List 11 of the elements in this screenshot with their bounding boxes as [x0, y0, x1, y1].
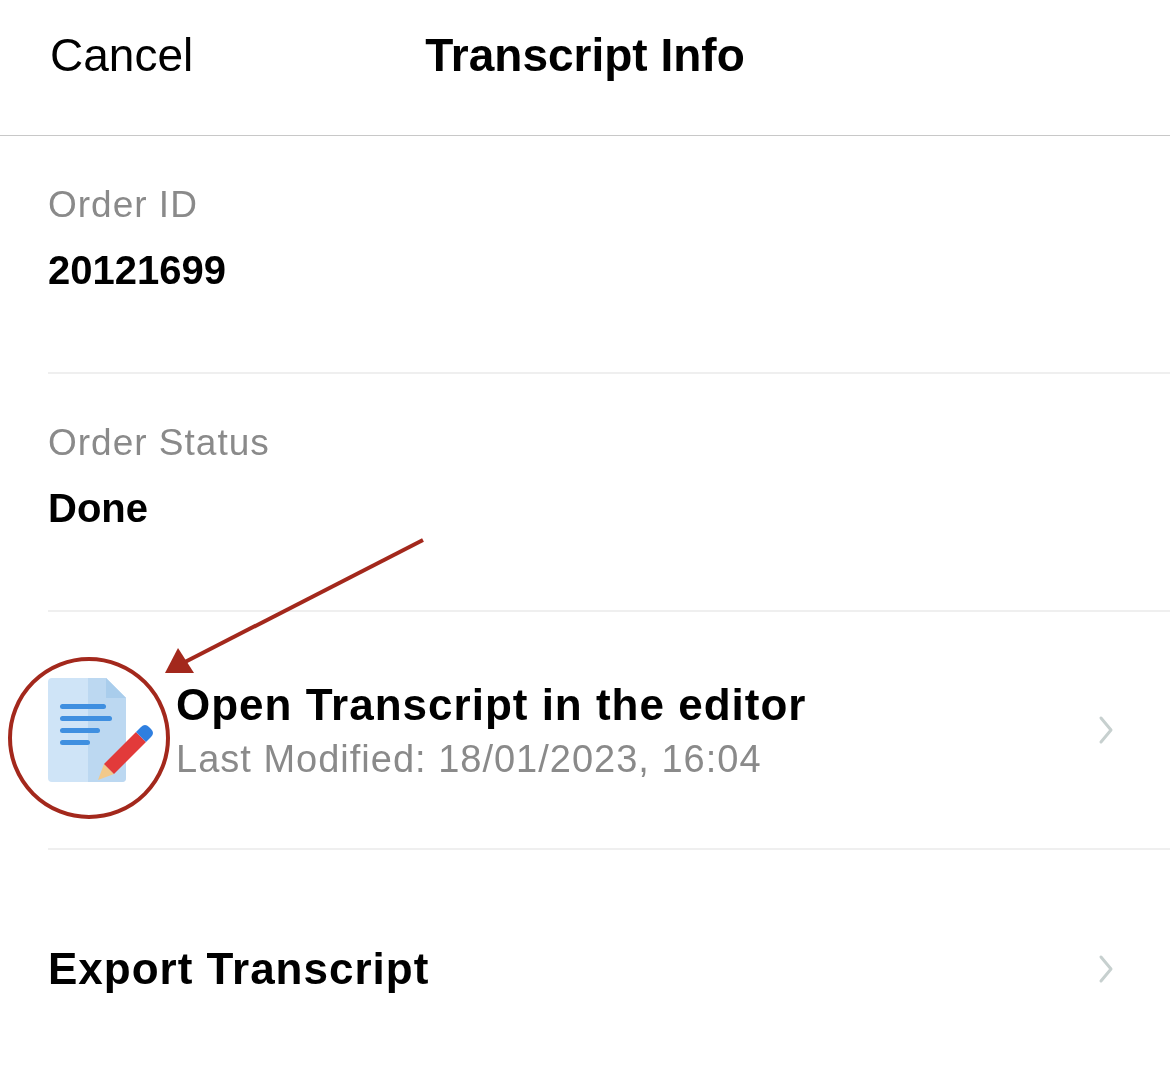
cancel-button[interactable]: Cancel — [50, 28, 194, 82]
field-value: 20121699 — [48, 248, 227, 293]
row-title[interactable]: Open Transcript in the editor — [176, 679, 1098, 730]
chevron-icon[interactable] — [1098, 954, 1114, 984]
field-label: Order ID — [48, 184, 199, 226]
row-title[interactable]: Export Transcript — [48, 944, 1098, 994]
chevron-icon[interactable] — [1098, 715, 1114, 745]
field-label: Order Status — [48, 422, 271, 464]
row-subtitle: Last Modified: 18/01/2023, 16:04 — [176, 737, 763, 781]
screen-title: Transcript Info — [425, 28, 745, 82]
field-value: Done — [48, 486, 149, 531]
